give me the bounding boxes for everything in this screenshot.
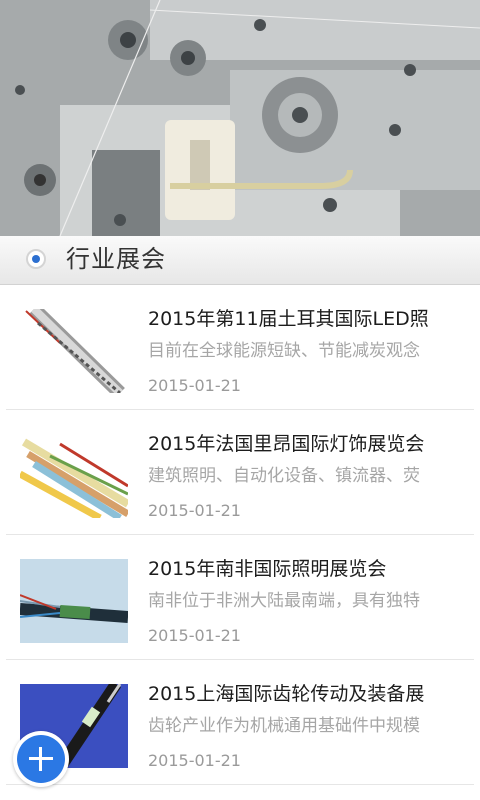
list-item[interactable]: 2015年南非国际照明展览会 南非位于非洲大陆最南端，具有独特 2015-01-… [6, 535, 474, 660]
radio-dot [32, 255, 40, 263]
item-title: 2015年第11届土耳其国际LED照 [148, 308, 429, 330]
item-title: 2015年法国里昂国际灯饰展览会 [148, 433, 425, 455]
item-title: 2015上海国际齿轮传动及装备展 [148, 683, 425, 705]
item-summary: 齿轮产业作为机械通用基础件中规模 [148, 716, 420, 736]
list-item[interactable]: 2015年法国里昂国际灯饰展览会 建筑照明、自动化设备、镇流器、荧 2015-0… [6, 410, 474, 535]
colored-wires-thumbnail [20, 434, 128, 518]
add-button[interactable] [13, 731, 69, 787]
item-title: 2015年南非国际照明展览会 [148, 558, 387, 580]
section-title: 行业展会 [66, 245, 166, 273]
item-date: 2015-01-21 [148, 501, 241, 520]
item-date: 2015-01-21 [148, 751, 241, 770]
news-list: 2015年第11届土耳其国际LED照 目前在全球能源短缺、节能减炭观念 2015… [0, 285, 480, 785]
item-date: 2015-01-21 [148, 626, 241, 645]
section-radio-icon [26, 249, 46, 269]
plus-icon [17, 735, 65, 783]
fiber-cable-thumbnail [20, 559, 128, 643]
coaxial-cable-thumbnail [20, 309, 128, 393]
banner-image [0, 0, 480, 236]
section-header: 行业展会 [0, 236, 480, 285]
list-item[interactable]: 2015上海国际齿轮传动及装备展 齿轮产业作为机械通用基础件中规模 2015-0… [6, 660, 474, 785]
item-summary: 目前在全球能源短缺、节能减炭观念 [148, 341, 420, 361]
item-date: 2015-01-21 [148, 376, 241, 395]
list-item[interactable]: 2015年第11届土耳其国际LED照 目前在全球能源短缺、节能减炭观念 2015… [6, 285, 474, 410]
item-summary: 建筑照明、自动化设备、镇流器、荧 [148, 466, 420, 486]
item-summary: 南非位于非洲大陆最南端，具有独特 [148, 591, 420, 611]
